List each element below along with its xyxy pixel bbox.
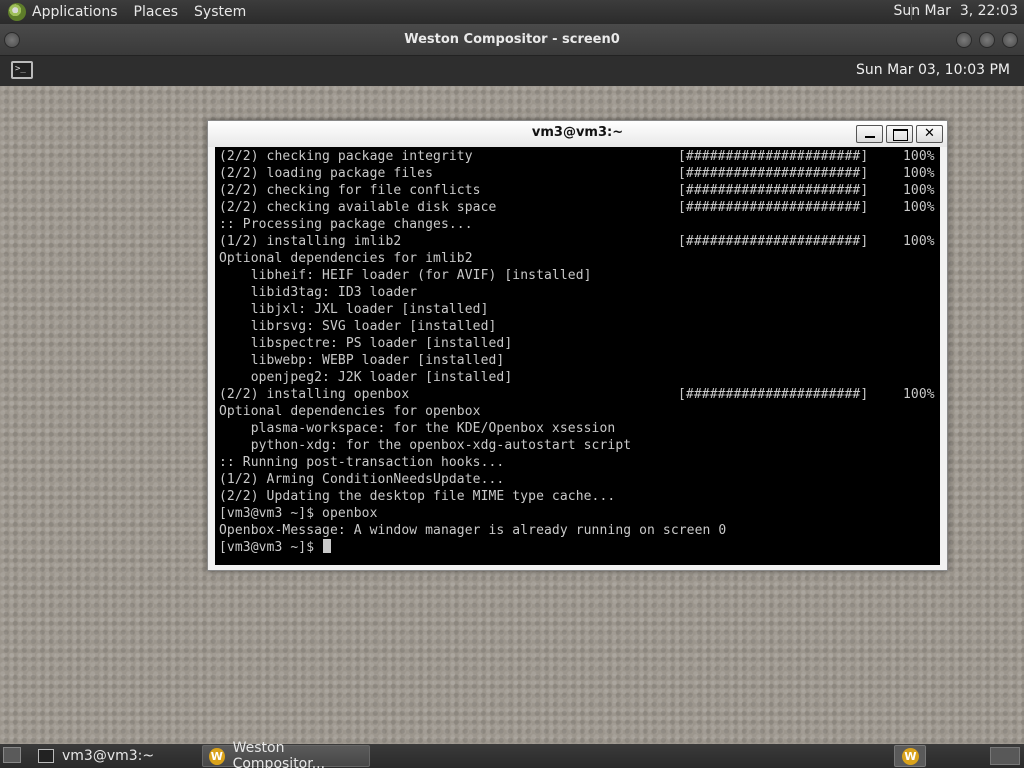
terminal-line: libjxl: JXL loader [installed] [219,301,939,318]
taskbar-item-label: vm3@vm3:~ [62,748,155,764]
terminal-line-text: libspectre: PS loader [installed] [219,336,513,351]
progress-percent: 100% [903,166,935,181]
maximize-icon[interactable] [979,32,995,48]
close-icon[interactable] [1002,32,1018,48]
terminal-line-text: :: Running post-transaction hooks... [219,455,505,470]
text-cursor [323,539,332,553]
terminal-prompt-line[interactable]: [vm3@vm3 ~]$ [219,539,939,556]
menu-system[interactable]: System [194,4,246,20]
terminal-line: libheif: HEIF loader (for AVIF) [install… [219,267,939,284]
terminal-line: (2/2) installing openbox [###############… [219,386,939,403]
progress-bar-text: [######################] [678,183,869,198]
top-panel-clock[interactable]: Sun Mar 3, 22:03 [893,3,1018,19]
progress-bar-text: [######################] [678,200,869,215]
terminal-line: [vm3@vm3 ~]$ openbox [219,505,939,522]
terminal-line-text: libid3tag: ID3 loader [219,285,418,300]
terminal-icon [38,749,54,763]
mate-logo-icon[interactable] [8,3,26,21]
window-menu-icon[interactable] [4,32,20,48]
terminal-line: Optional dependencies for openbox [219,403,939,420]
terminal-line: Optional dependencies for imlib2 [219,250,939,267]
terminal-line-text: [vm3@vm3 ~]$ openbox [219,506,378,521]
terminal-title: vm3@vm3:~ [531,125,624,140]
terminal-line-text: (2/2) installing openbox [219,387,410,402]
terminal-line: libspectre: PS loader [installed] [219,335,939,352]
terminal-line: (1/2) Arming ConditionNeedsUpdate... [219,471,939,488]
terminal-line-text: Optional dependencies for imlib2 [219,251,473,266]
terminal-line: (2/2) checking package integrity [#######… [219,148,939,165]
terminal-line: libwebp: WEBP loader [installed] [219,352,939,369]
show-desktop-icon[interactable] [3,747,21,763]
terminal-line-text: libwebp: WEBP loader [installed] [219,353,505,368]
terminal-line-text: Openbox-Message: A window manager is alr… [219,523,727,538]
terminal-line-text: libheif: HEIF loader (for AVIF) [install… [219,268,592,283]
minimize-button[interactable] [856,125,883,143]
terminal-line: (2/2) checking for file conflicts [######… [219,182,939,199]
terminal-line-text: librsvg: SVG loader [installed] [219,319,497,334]
terminal-line: plasma-workspace: for the KDE/Openbox xs… [219,420,939,437]
terminal-line: (2/2) loading package files [############… [219,165,939,182]
progress-percent: 100% [903,200,935,215]
weston-window-title: Weston Compositor - screen0 [404,32,620,47]
tray-weston-button[interactable]: W [894,745,926,767]
menu-places[interactable]: Places [134,4,179,20]
terminal-line-text: (2/2) checking available disk space [219,200,497,215]
weston-tray-icon: W [902,748,919,765]
terminal-line-text: (2/2) checking package integrity [219,149,473,164]
terminal-text: (2/2) checking package integrity [#######… [219,148,939,556]
terminal-line-text: Optional dependencies for openbox [219,404,481,419]
progress-bar-text: [######################] [678,234,869,249]
terminal-line-text: :: Processing package changes... [219,217,473,232]
close-button[interactable]: ✕ [916,125,943,143]
bottom-taskbar: vm3@vm3:~ W Weston Compositor... W [0,740,1024,768]
terminal-line: librsvg: SVG loader [installed] [219,318,939,335]
terminal-line-text: (2/2) loading package files [219,166,434,181]
shell-prompt: [vm3@vm3 ~]$ [219,540,323,555]
workspace-switcher[interactable] [990,747,1020,765]
terminal-line-text: libjxl: JXL loader [installed] [219,302,489,317]
maximize-button[interactable] [886,125,913,143]
terminal-line-text: plasma-workspace: for the KDE/Openbox xs… [219,421,616,436]
taskbar-item-weston[interactable]: W Weston Compositor... [202,740,370,768]
terminal-line: :: Processing package changes... [219,216,939,233]
taskbar-item-terminal[interactable]: vm3@vm3:~ [32,745,198,767]
terminal-line-text: python-xdg: for the openbox-xdg-autostar… [219,438,632,453]
terminal-line: Openbox-Message: A window manager is alr… [219,522,939,539]
weston-panel-clock: Sun Mar 03, 10:03 PM [856,62,1010,78]
taskbar-item-label: Weston Compositor... [232,740,326,768]
progress-percent: 100% [903,183,935,198]
top-panel: Applications Places System Sun Mar 3, 22… [0,0,1024,24]
terminal-window[interactable]: vm3@vm3:~ ✕ (2/2) checking package integ… [207,120,948,571]
progress-bar-text: [######################] [678,166,869,181]
weston-icon: W [209,747,225,765]
terminal-launcher-icon[interactable]: >_ [11,61,33,79]
terminal-line: python-xdg: for the openbox-xdg-autostar… [219,437,939,454]
menu-applications[interactable]: Applications [32,4,118,20]
terminal-line: :: Running post-transaction hooks... [219,454,939,471]
terminal-line: (2/2) Updating the desktop file MIME typ… [219,488,939,505]
terminal-line-text: openjpeg2: J2K loader [installed] [219,370,513,385]
terminal-line-text: (1/2) installing imlib2 [219,234,402,249]
weston-shell-panel: >_ Sun Mar 03, 10:03 PM [0,56,1024,86]
terminal-output[interactable]: (2/2) checking package integrity [#######… [215,147,940,565]
minimize-icon[interactable] [956,32,972,48]
terminal-line: openjpeg2: J2K loader [installed] [219,369,939,386]
terminal-line: libid3tag: ID3 loader [219,284,939,301]
terminal-line-text: (1/2) Arming ConditionNeedsUpdate... [219,472,505,487]
progress-bar-text: [######################] [678,149,869,164]
weston-window-titlebar[interactable]: Weston Compositor - screen0 [0,24,1024,56]
terminal-line-text: (2/2) checking for file conflicts [219,183,481,198]
terminal-titlebar[interactable]: vm3@vm3:~ ✕ [208,121,947,147]
progress-percent: 100% [903,234,935,249]
progress-bar-text: [######################] [678,387,869,402]
progress-percent: 100% [903,387,935,402]
terminal-line: (1/2) installing imlib2 [################… [219,233,939,250]
progress-percent: 100% [903,149,935,164]
terminal-line-text: (2/2) Updating the desktop file MIME typ… [219,489,616,504]
terminal-line: (2/2) checking available disk space [####… [219,199,939,216]
